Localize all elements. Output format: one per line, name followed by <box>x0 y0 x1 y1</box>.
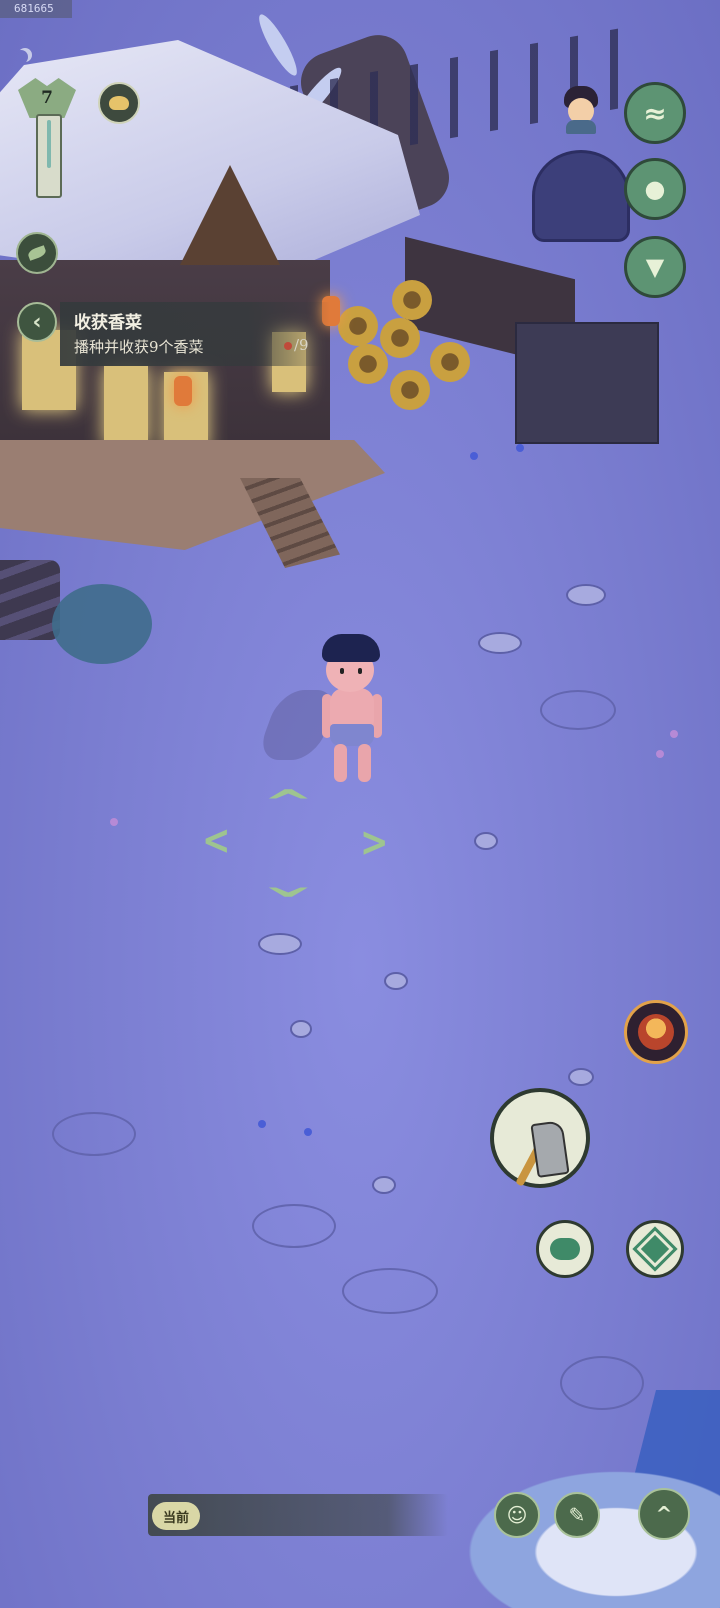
sunflower <box>338 306 378 346</box>
character-hair <box>322 634 380 662</box>
demon-face-button[interactable] <box>624 1000 688 1064</box>
quest-title: 收获香菜 <box>74 313 142 333</box>
character-eye <box>358 668 362 674</box>
wildflower <box>516 444 524 452</box>
log-pile[interactable] <box>0 560 60 640</box>
stone <box>372 1176 396 1194</box>
quest-progress-text: /9 <box>294 336 309 354</box>
move-indicator-right-icon: > <box>360 819 389 867</box>
ox-button[interactable]: ▼ <box>624 236 686 298</box>
player-level: 7 <box>41 88 53 108</box>
quest-progress: /9 <box>284 336 309 354</box>
ox-head-icon: ▼ <box>645 253 665 281</box>
wildflower <box>670 730 678 738</box>
bag-icon: ● <box>644 175 666 203</box>
stone <box>474 832 498 850</box>
shuriken-icon <box>632 1226 678 1272</box>
sunflower <box>392 280 432 320</box>
stone <box>568 1068 594 1086</box>
cloud-skill-button[interactable] <box>536 1220 594 1278</box>
game-scene[interactable]: ^ < > ^ <box>0 0 720 1608</box>
wildflower <box>258 1120 266 1128</box>
npc-portrait[interactable] <box>560 86 602 134</box>
sunflower <box>380 318 420 358</box>
move-indicator-down-icon: ^ <box>262 863 314 903</box>
sunflower <box>430 342 470 382</box>
wildflower <box>470 452 478 460</box>
smile-icon: ☺ <box>506 1503 528 1527</box>
fern-bush <box>52 584 152 664</box>
sunflower <box>348 344 388 384</box>
chevron-left-icon: ‹ <box>32 309 42 335</box>
dig-spot <box>342 1268 438 1314</box>
uid-label: 681665 <box>0 0 72 18</box>
chat-channel-tag[interactable]: 当前 <box>152 1502 200 1530</box>
brush-button[interactable]: ✎ <box>554 1492 600 1538</box>
npc-body <box>566 120 596 134</box>
dig-spot <box>540 690 616 730</box>
wildflower <box>656 750 664 758</box>
quest-collapse-button[interactable]: ‹ <box>17 302 57 342</box>
dig-spot <box>52 1112 136 1156</box>
brush-icon: ✎ <box>568 1503 586 1527</box>
lit-window <box>104 366 148 446</box>
stone <box>566 584 606 606</box>
expand-menu-button[interactable]: ^ <box>638 1488 690 1540</box>
shuriken-skill-button[interactable] <box>626 1220 684 1278</box>
character-leg <box>358 744 371 782</box>
quest-tracker[interactable]: 收获香菜 播种并收获9个香菜 /9 <box>60 302 330 366</box>
sunflower <box>390 370 430 410</box>
lantern <box>174 376 192 406</box>
cloud-icon <box>550 1238 580 1260</box>
stone <box>290 1020 312 1038</box>
wildflower <box>110 818 118 826</box>
stone <box>384 972 408 990</box>
player-character[interactable] <box>320 632 384 784</box>
character-leg <box>334 744 347 782</box>
axe-action-button[interactable] <box>490 1088 590 1188</box>
storage-crate[interactable] <box>515 322 659 444</box>
leaf-icon[interactable] <box>16 232 58 274</box>
progress-dot-icon <box>284 342 292 350</box>
wave-button[interactable]: ≈ <box>624 82 686 144</box>
moon-icon <box>14 50 28 64</box>
dig-spot <box>252 1204 336 1248</box>
chevron-up-icon: ^ <box>655 1502 673 1526</box>
demon-face-icon <box>638 1014 674 1050</box>
water-well[interactable] <box>532 150 630 242</box>
emote-button[interactable]: ☺ <box>494 1492 540 1538</box>
bag-button[interactable]: ● <box>624 158 686 220</box>
stone <box>258 933 302 955</box>
move-indicator-left-icon: < <box>202 817 231 865</box>
stone <box>478 632 522 654</box>
axe-icon <box>530 1120 570 1178</box>
sun-moon-icon[interactable] <box>98 82 140 124</box>
wave-icon: ≈ <box>643 96 667 130</box>
player-level-badge[interactable]: 7 <box>18 78 76 198</box>
experience-bar <box>36 114 62 198</box>
character-eye <box>340 668 344 674</box>
move-indicator-up-icon: ^ <box>262 783 314 823</box>
quest-description: 播种并收获9个香菜 <box>74 338 204 356</box>
dig-spot <box>560 1356 644 1410</box>
wildflower <box>304 1128 312 1136</box>
character-shorts <box>330 724 374 746</box>
